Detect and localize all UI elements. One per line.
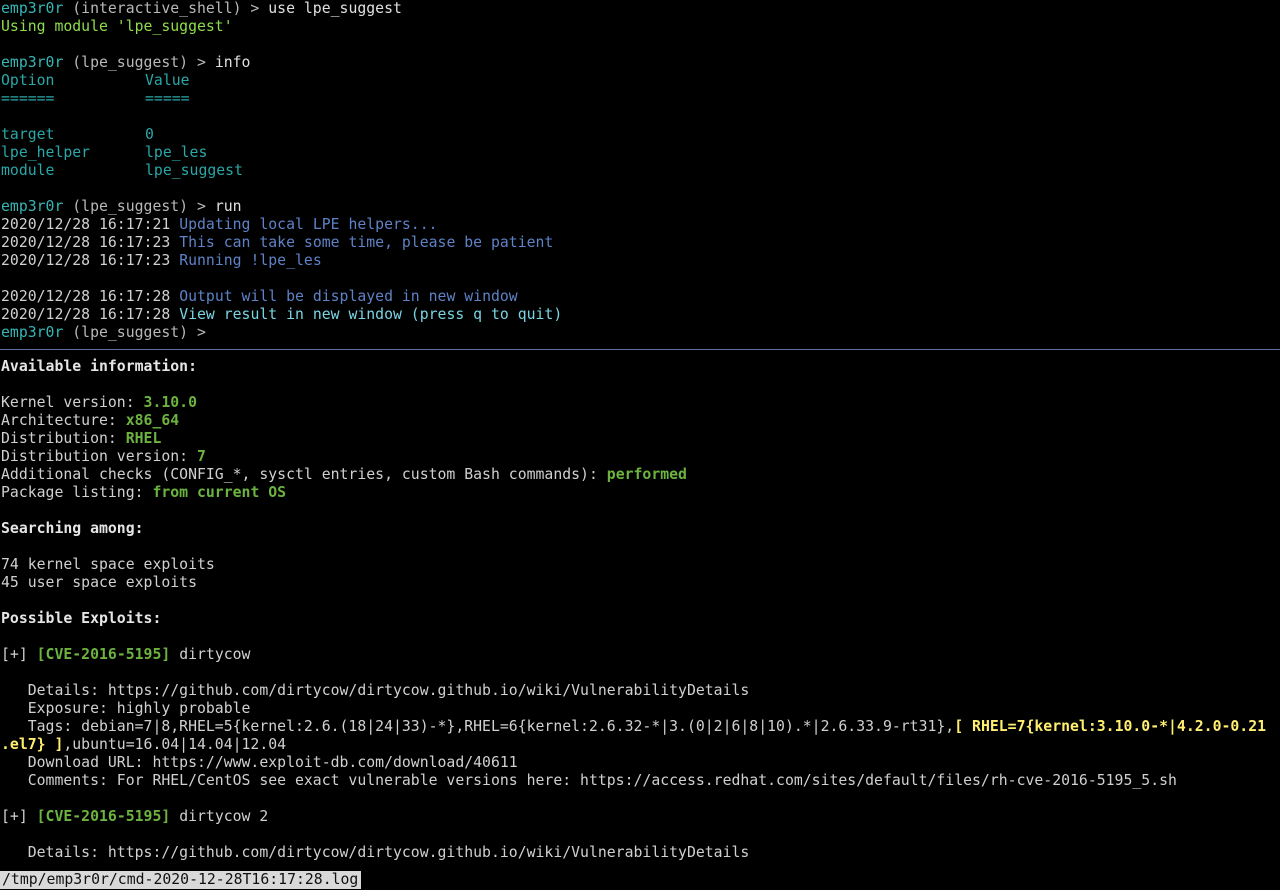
checks-label: Additional checks (CONFIG_*, sysctl entr… — [1, 466, 607, 483]
log-line: 2020/12/28 16:17:23 Running !lpe_les — [0, 252, 1280, 270]
distribution-version: Distribution version: 7 — [0, 448, 1280, 466]
exploit-details: Details: https://github.com/dirtycow/dir… — [1, 682, 750, 699]
info-option: module — [1, 162, 55, 179]
command-text: use lpe_suggest — [268, 0, 402, 17]
user-exploits-count: 45 user space exploits — [1, 574, 197, 591]
prompt-user: emp3r0r — [1, 324, 64, 341]
exploit-name: dirtycow 2 — [170, 808, 269, 825]
kernel-value: 3.10.0 — [143, 394, 197, 411]
exploit-prefix: [+] — [1, 646, 37, 663]
log-message: Output will be displayed in new window — [179, 288, 518, 305]
pager-status-bar: /tmp/emp3r0r/cmd-2020-12-28T16:17:28.log — [0, 871, 362, 889]
log-message: Updating local LPE helpers... — [179, 216, 438, 233]
available-heading: Available information: — [1, 358, 197, 375]
dist-value: RHEL — [125, 430, 162, 447]
architecture: Architecture: x86_64 — [0, 412, 1280, 430]
prompt-line: emp3r0r (lpe_suggest) > run — [0, 198, 1280, 216]
package-listing: Package listing: from current OS — [0, 484, 1280, 502]
exploit-tags: Tags: debian=7|8,RHEL=5{kernel:2.6.(18|2… — [0, 718, 1280, 736]
tags-text-cont: ,ubuntu=16.04|14.04|12.04 — [63, 736, 287, 753]
prompt-context: (lpe_suggest) > — [63, 54, 215, 71]
terminal-window[interactable]: emp3r0r (interactive_shell) > use lpe_su… — [0, 0, 1280, 890]
log-time: 2020/12/28 16:17:23 — [1, 234, 171, 251]
info-row: target 0 — [0, 126, 1280, 144]
exploit-entry: [+] [CVE-2016-5195] dirtycow Details: ht… — [0, 646, 1280, 790]
arch-value: x86_64 — [125, 412, 180, 429]
exploit-entry: [+] [CVE-2016-5195] dirtycow 2 Details: … — [0, 808, 1280, 862]
info-value: lpe_suggest — [145, 162, 243, 179]
log-message: Running !lpe_les — [179, 252, 322, 269]
prompt-context: (lpe_suggest) > — [63, 198, 215, 215]
pkg-value: from current OS — [152, 484, 287, 501]
info-option: target — [1, 126, 55, 143]
tags-text: Tags: debian=7|8,RHEL=5{kernel:2.6.(18|2… — [1, 718, 955, 735]
info-table: Option Value ====== ===== target 0 lpe_help… — [0, 72, 1280, 180]
exploit-title: [+] [CVE-2016-5195] dirtycow 2 — [0, 808, 1280, 826]
info-row: lpe_helper lpe_les — [0, 144, 1280, 162]
info-underline: ====== ===== — [0, 90, 1280, 108]
shell-pane: emp3r0r (interactive_shell) > use lpe_su… — [0, 0, 1280, 342]
log-line: 2020/12/28 16:17:23 This can take some t… — [0, 234, 1280, 252]
exploit-prefix: [+] — [1, 808, 37, 825]
exploit-details: Details: https://github.com/dirtycow/dir… — [1, 844, 750, 861]
prompt-user: emp3r0r — [1, 54, 64, 71]
exploit-title: [+] [CVE-2016-5195] dirtycow — [0, 646, 1280, 664]
info-value: 0 — [145, 126, 154, 143]
exploit-name: dirtycow — [170, 646, 251, 663]
info-underline-value: ===== — [145, 90, 190, 107]
exploit-comments: Comments: For RHEL/CentOS see exact vuln… — [1, 772, 1177, 789]
kernel-exploits-count: 74 kernel space exploits — [1, 556, 215, 573]
info-header-option: Option — [1, 72, 55, 89]
info-row: module lpe_suggest — [0, 162, 1280, 180]
exploit-exposure: Exposure: highly probable — [1, 700, 251, 717]
log-time: 2020/12/28 16:17:28 — [1, 288, 171, 305]
kernel-version: Kernel version: 3.10.0 — [0, 394, 1280, 412]
prompt-user: emp3r0r — [1, 0, 64, 17]
log-time: 2020/12/28 16:17:23 — [1, 252, 171, 269]
prompt-line-active[interactable]: emp3r0r (lpe_suggest) > — [0, 324, 1280, 342]
log-message: This can take some time, please be patie… — [179, 234, 554, 251]
info-option: lpe_helper — [1, 144, 91, 161]
log-line: 2020/12/28 16:17:21 Updating local LPE h… — [0, 216, 1280, 234]
info-underline-option: ====== — [1, 90, 55, 107]
additional-checks: Additional checks (CONFIG_*, sysctl entr… — [0, 466, 1280, 484]
result-pane[interactable]: Available information: Kernel version: 3… — [0, 358, 1280, 862]
prompt-line: emp3r0r (interactive_shell) > use lpe_su… — [0, 0, 1280, 18]
log-time: 2020/12/28 16:17:28 — [1, 306, 171, 323]
exploit-download: Download URL: https://www.exploit-db.com… — [1, 754, 518, 771]
log-time: 2020/12/28 16:17:21 — [1, 216, 171, 233]
command-text: info — [214, 54, 251, 71]
log-line: 2020/12/28 16:17:28 View result in new w… — [0, 306, 1280, 324]
exploit-tags-wrap: .el7} ],ubuntu=16.04|14.04|12.04 — [0, 736, 1280, 754]
tags-highlight: [ RHEL=7{kernel:3.10.0-*|4.2.0-0.21 — [954, 718, 1267, 735]
prompt-context: (lpe_suggest) > — [63, 324, 206, 341]
pkg-label: Package listing: — [1, 484, 153, 501]
info-header: Option Value — [0, 72, 1280, 90]
distribution: Distribution: RHEL — [0, 430, 1280, 448]
kernel-label: Kernel version: — [1, 394, 144, 411]
distver-label: Distribution version: — [1, 448, 197, 465]
distver-value: 7 — [197, 448, 206, 465]
exploit-cve: [CVE-2016-5195] — [36, 808, 171, 825]
tags-highlight-cont: .el7} ] — [1, 736, 64, 753]
log-message: View result in new window (press q to qu… — [179, 306, 563, 323]
searching-heading: Searching among: — [1, 520, 144, 537]
exploit-cve: [CVE-2016-5195] — [36, 646, 171, 663]
dist-label: Distribution: — [1, 430, 126, 447]
command-text: run — [214, 198, 242, 215]
info-header-value: Value — [145, 72, 190, 89]
prompt-line: emp3r0r (lpe_suggest) > info — [0, 54, 1280, 72]
info-value: lpe_les — [145, 144, 208, 161]
log-line: 2020/12/28 16:17:28 Output will be displ… — [0, 288, 1280, 306]
prompt-context: (interactive_shell) > — [63, 0, 269, 17]
prompt-user: emp3r0r — [1, 198, 64, 215]
possible-exploits-heading: Possible Exploits: — [1, 610, 162, 627]
module-message: Using module 'lpe_suggest' — [1, 18, 233, 35]
arch-label: Architecture: — [1, 412, 126, 429]
checks-value: performed — [606, 466, 687, 483]
pane-divider[interactable] — [0, 349, 1280, 350]
